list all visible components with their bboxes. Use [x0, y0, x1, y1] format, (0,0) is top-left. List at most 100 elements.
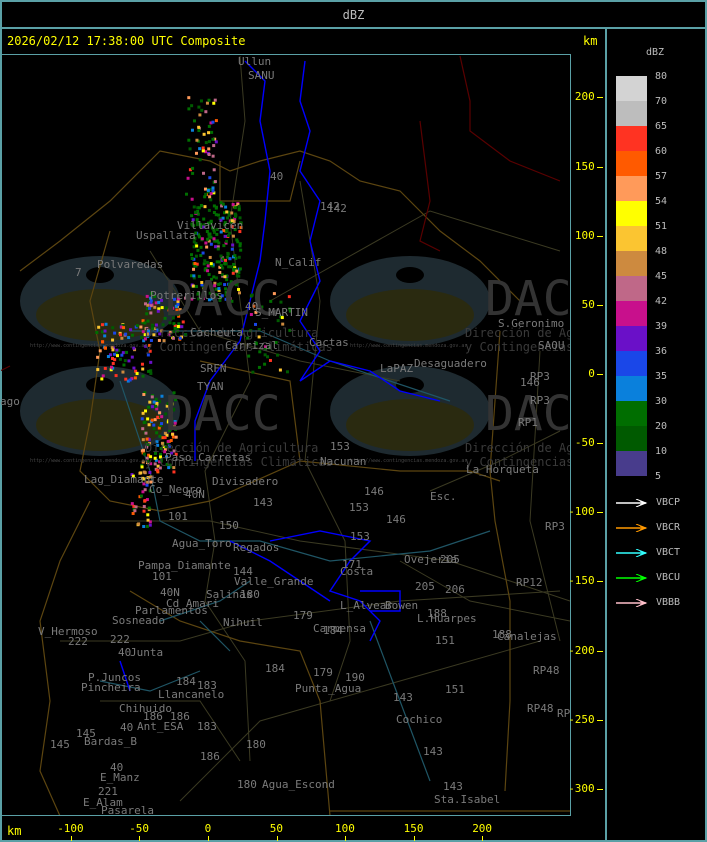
- place-label: S_MARTIN: [255, 306, 308, 319]
- place-label: Esc.: [430, 490, 457, 503]
- radar-echo: [145, 294, 149, 298]
- place-label: Canalejas: [497, 630, 557, 643]
- x-tick-mark: [413, 836, 415, 841]
- place-label: 205: [440, 553, 460, 566]
- place-label: S.Geronimo: [498, 317, 565, 330]
- radar-echo: [209, 192, 213, 196]
- radar-echo: [142, 392, 146, 396]
- radar-echo: [201, 251, 205, 255]
- place-label: 101: [152, 570, 172, 583]
- radar-echo: [207, 98, 211, 102]
- radar-echo: [198, 113, 202, 117]
- x-tick-label: 0: [204, 822, 212, 835]
- place-label: 143: [393, 691, 413, 704]
- radar-echo: [201, 146, 205, 150]
- radar-echo: [239, 248, 243, 252]
- place-label: SANU: [248, 69, 275, 82]
- watermark-url: http://www.contingencias.mendoza.gov.ar: [350, 343, 468, 349]
- place-label: LaPAZ: [380, 362, 414, 375]
- legend-value: 20: [655, 421, 668, 432]
- radar-echo: [195, 138, 199, 142]
- radar-echo: [103, 366, 107, 370]
- x-tick-mark: [208, 836, 209, 841]
- place-label: 184: [265, 662, 285, 675]
- radar-echo: [143, 321, 147, 325]
- radar-echo: [237, 255, 241, 259]
- radar-echo: [115, 348, 119, 352]
- radar-echo: [198, 147, 202, 151]
- place-label: Agua_Toro: [172, 537, 232, 550]
- radar-echo: [134, 505, 138, 509]
- radar-echo: [153, 305, 157, 309]
- radar-echo: [212, 211, 216, 215]
- radar-echo: [236, 240, 240, 244]
- radar-echo: [230, 247, 234, 251]
- radar-echo: [129, 328, 133, 332]
- x-tick-label: -50: [129, 822, 150, 835]
- radar-arrow-icon: [616, 574, 648, 582]
- radar-echo: [216, 247, 220, 251]
- radar-echo: [124, 332, 128, 336]
- radar-echo: [223, 258, 227, 262]
- radar-echo: [226, 251, 230, 255]
- radar-echo: [215, 232, 219, 236]
- radar-echo: [211, 186, 215, 190]
- place-label: Cochico: [396, 713, 443, 726]
- place-label: 180: [237, 778, 257, 791]
- place-label: 180: [240, 588, 260, 601]
- border-line: [1, 365, 11, 372]
- radar-echo: [191, 171, 195, 175]
- watermark-line1: Dirección de Agricultura: [465, 441, 570, 455]
- legend-value: 10: [655, 446, 668, 457]
- legend-swatch: [616, 201, 647, 226]
- radar-echo: [251, 370, 255, 374]
- radar-echo: [104, 322, 108, 326]
- place-label: Sta.Isabel: [434, 793, 501, 806]
- place-label: RP1: [518, 416, 538, 429]
- radar-echo: [98, 349, 102, 353]
- legend-swatch: [616, 176, 647, 201]
- legend-value: 30: [655, 396, 668, 407]
- radar-echo: [160, 415, 164, 419]
- x-tick-label: -100: [57, 822, 84, 835]
- radar-echo: [203, 205, 207, 209]
- place-label: 180: [246, 738, 266, 751]
- radar-echo: [158, 434, 162, 438]
- place-label: Sosneado: [112, 614, 165, 627]
- radar-echo: [192, 205, 196, 209]
- place-label: Punta_Agua: [295, 682, 362, 695]
- radar-echo: [135, 324, 139, 328]
- place-label: 206: [445, 583, 465, 596]
- radar-echo: [190, 214, 194, 218]
- radar-echo: [137, 522, 141, 526]
- radar-echo: [140, 335, 144, 339]
- radar-echo: [199, 245, 203, 249]
- radar-echo: [195, 244, 199, 248]
- radar-echo: [141, 411, 145, 415]
- radar-map[interactable]: DACC Dirección de Agricultura y Contingenc…: [1, 54, 571, 816]
- x-tick-label: 100: [335, 822, 355, 835]
- radar-echo: [152, 400, 156, 404]
- x-tick-label: 200: [472, 822, 493, 835]
- place-label: RP3: [530, 370, 550, 383]
- place-label: 142: [320, 200, 340, 213]
- radar-echo: [146, 319, 150, 323]
- place-label: RP12: [516, 576, 543, 589]
- radar-echo: [196, 248, 200, 252]
- radar-echo: [111, 338, 115, 342]
- radar-echo: [139, 325, 143, 329]
- radar-echo: [146, 518, 150, 522]
- radar-echo: [203, 195, 207, 199]
- radar-echo: [120, 353, 124, 357]
- place-label: Cactas: [309, 336, 349, 349]
- radar-echo: [200, 237, 204, 241]
- radar-echo: [96, 368, 100, 372]
- radar-echo: [224, 205, 228, 209]
- x-tick-label: 150: [403, 822, 424, 835]
- legend-value: 35: [655, 371, 668, 382]
- radar-echo: [148, 400, 152, 404]
- place-label: Carrizal: [225, 339, 278, 352]
- radar-echo: [133, 509, 137, 513]
- y-tick-label: 200: [574, 90, 595, 104]
- radar-echo: [190, 197, 194, 201]
